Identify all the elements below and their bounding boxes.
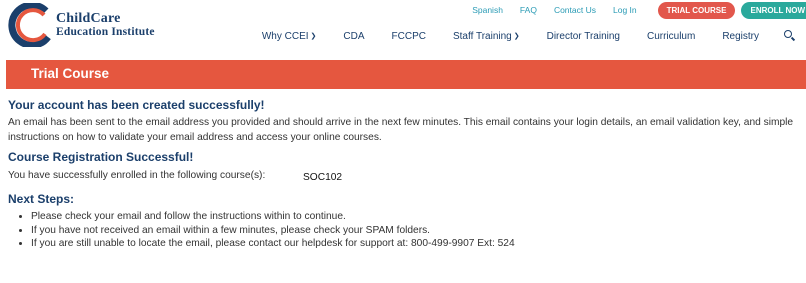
chevron-down-icon: ❯ (310, 33, 317, 40)
logo-line1: ChildCare (56, 11, 121, 26)
logo-arc-icon (8, 3, 51, 47)
next-steps-heading: Next Steps: (8, 192, 75, 206)
enrolled-line: You have successfully enrolled in the fo… (8, 168, 804, 183)
log-in-link[interactable]: Log In (613, 5, 637, 15)
nav-curriculum[interactable]: Curriculum (647, 31, 695, 42)
account-created-text: An email has been sent to the email addr… (8, 117, 794, 143)
ccei-logo[interactable]: ChildCare Education Institute (6, 3, 206, 47)
faq-link[interactable]: FAQ (520, 5, 537, 15)
contact-us-link[interactable]: Contact Us (554, 5, 596, 15)
list-item: If you are still unable to locate the em… (31, 237, 804, 251)
nav-cda[interactable]: CDA (343, 31, 364, 42)
nav-why-ccei[interactable]: Why CCEI ❯ (262, 31, 317, 42)
nav-registry[interactable]: Registry (722, 31, 759, 42)
spanish-link[interactable]: Spanish (472, 5, 503, 15)
enrolled-text: You have successfully enrolled in the fo… (8, 170, 266, 181)
course-code: SOC102 (303, 172, 343, 183)
account-created-heading: Your account has been created successful… (8, 98, 265, 112)
list-item: Please check your email and follow the i… (31, 210, 804, 224)
enroll-now-button[interactable]: ENROLL NOW (741, 1, 806, 19)
nav-staff-training[interactable]: Staff Training ❯ (453, 31, 520, 42)
site-header: ChildCare Education Institute Spanish FA… (0, 0, 806, 50)
nav-fccpc[interactable]: FCCPC (392, 31, 426, 42)
chevron-down-icon: ❯ (513, 33, 520, 40)
nav-director-training[interactable]: Director Training (547, 31, 620, 42)
next-steps-list: Please check your email and follow the i… (8, 210, 804, 251)
nav-staff-training-label: Staff Training (452, 30, 512, 42)
main-nav: Why CCEI ❯ CDA FCCPC Staff Training ❯ Di… (235, 30, 796, 42)
nav-why-ccei-label: Why CCEI (261, 30, 309, 42)
utility-bar: Spanish FAQ Contact Us Log In TRIAL COUR… (472, 1, 806, 19)
registration-heading: Course Registration Successful! (8, 150, 194, 164)
main-content: Your account has been created successful… (8, 97, 804, 251)
search-icon[interactable] (784, 30, 796, 42)
trial-course-button[interactable]: TRIAL COURSE (657, 1, 736, 19)
list-item: If you have not received an email within… (31, 224, 804, 238)
logo-line2: Education Institute (56, 26, 155, 38)
page-title: Trial Course (31, 66, 110, 81)
page-banner: Trial Course (6, 60, 806, 89)
